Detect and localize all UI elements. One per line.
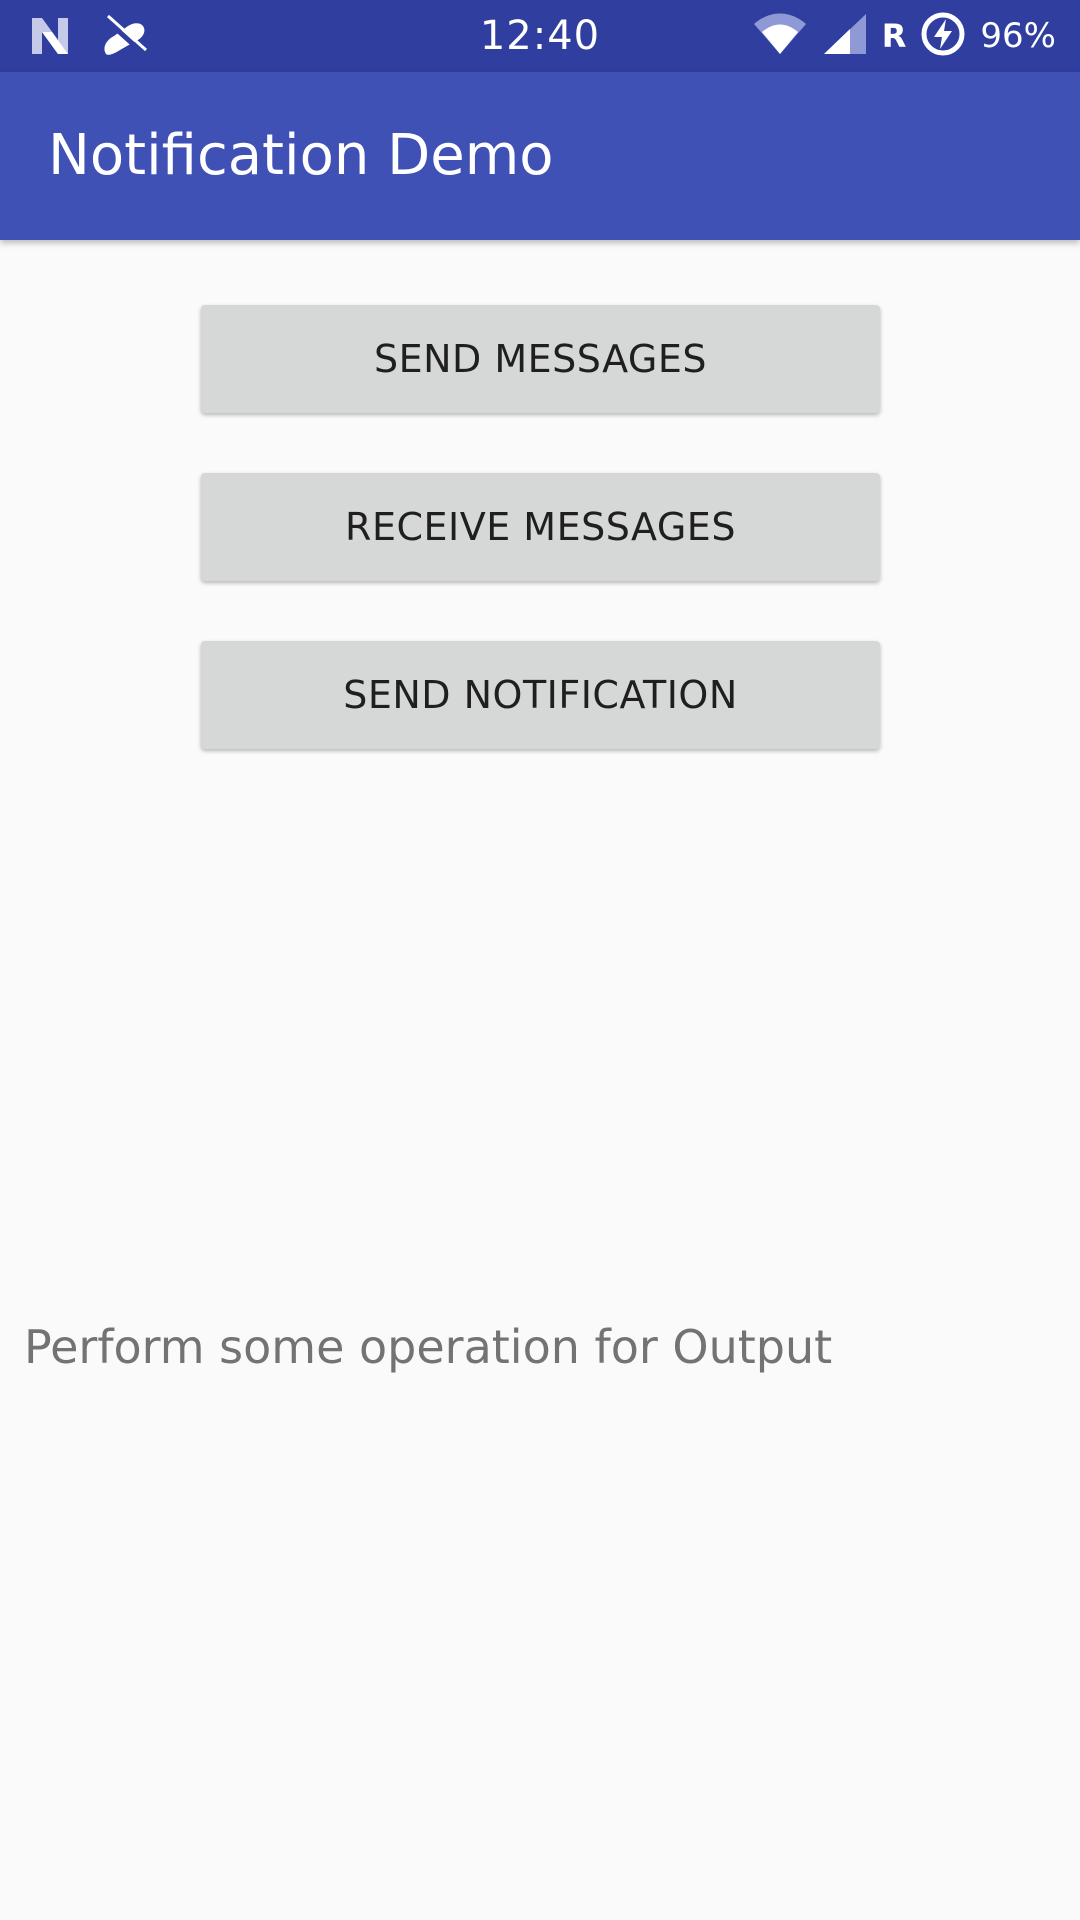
app-bar: Notification Demo bbox=[0, 72, 1080, 240]
roaming-label: R bbox=[881, 17, 907, 55]
send-notification-button[interactable]: SEND NOTIFICATION bbox=[201, 641, 880, 749]
output-text: Perform some operation for Output bbox=[24, 1320, 833, 1374]
app-title: Notification Demo bbox=[48, 123, 554, 188]
wifi-icon bbox=[752, 12, 808, 60]
signal-icon bbox=[822, 12, 868, 60]
status-bar: 12:40 R 96% bbox=[0, 0, 1080, 72]
receive-messages-button[interactable]: RECEIVE MESSAGES bbox=[201, 473, 880, 581]
send-messages-button[interactable]: SEND MESSAGES bbox=[201, 305, 880, 413]
battery-percent: 96% bbox=[980, 16, 1056, 56]
status-right-icons: R 96% bbox=[752, 0, 1056, 72]
battery-charging-icon bbox=[920, 11, 966, 61]
